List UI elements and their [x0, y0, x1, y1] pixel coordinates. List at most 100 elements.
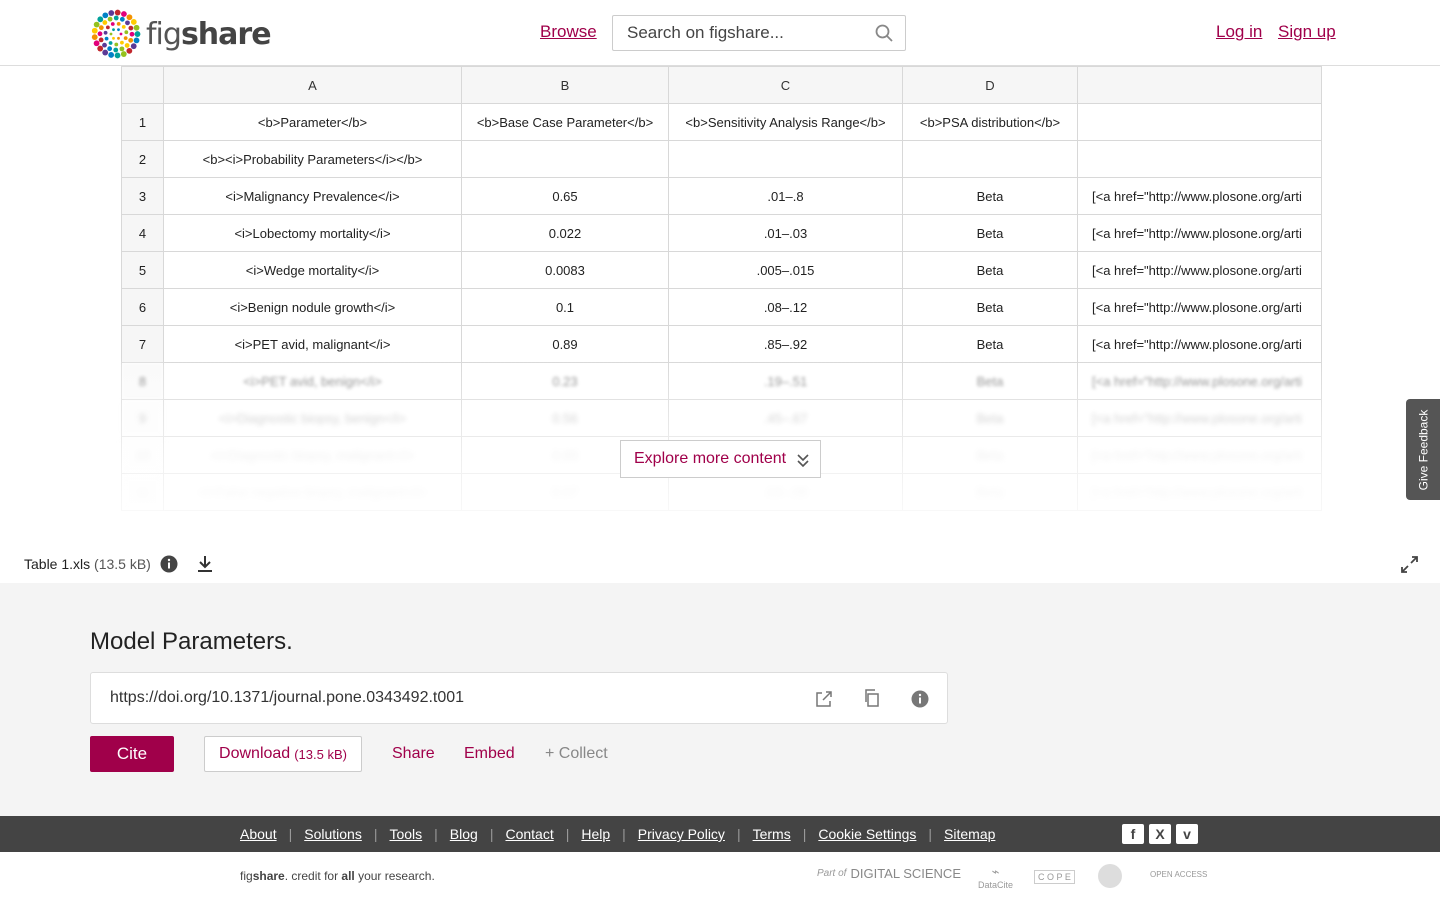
collect-button[interactable]: + Collect	[545, 745, 608, 763]
copy-icon[interactable]	[863, 689, 881, 707]
digital-science-logo[interactable]: Part of DIGITAL SCIENCE	[817, 866, 961, 881]
table-row: 6 <i>Benign nodule growth</i> 0.1.08–.12 Be…	[121, 288, 1322, 326]
column-header: C	[668, 66, 903, 104]
logo-dot	[128, 25, 134, 31]
download-size: (13.5 kB)	[294, 746, 347, 762]
cope-logo[interactable]: C O P E	[1034, 870, 1075, 884]
browse-link[interactable]: Browse	[540, 22, 597, 42]
table-cell	[902, 140, 1078, 178]
explore-more-button[interactable]: Explore more content	[620, 440, 821, 478]
login-link[interactable]: Log in	[1216, 22, 1262, 42]
table-cell: <i>Wedge mortality</i>	[163, 251, 462, 289]
table-cell: 0.1	[461, 288, 669, 326]
logo-dot	[124, 30, 129, 35]
table-row: 8 <i>PET avid, benign</i> 0.23.19–.51 Beta[…	[121, 362, 1322, 400]
logo-dot	[128, 37, 134, 43]
give-feedback-tab[interactable]: Give Feedback	[1406, 399, 1440, 500]
expand-icon[interactable]	[1401, 556, 1418, 573]
download-button[interactable]: Download (13.5 kB)	[204, 736, 362, 772]
external-link-icon[interactable]	[815, 690, 833, 708]
table-cell: .01–.8	[668, 177, 903, 215]
feedback-label: Give Feedback	[1416, 409, 1430, 490]
footer-link[interactable]: Help	[581, 826, 610, 842]
logo-dot	[91, 34, 98, 41]
footer-link[interactable]: Tools	[389, 826, 422, 842]
download-icon[interactable]	[196, 555, 214, 573]
logo-dot	[124, 43, 130, 48]
footer-nav: About | Solutions | Tools | Blog | Contact | Help |…	[0, 816, 1440, 852]
logo-dot	[119, 16, 125, 22]
logo-dot	[130, 43, 137, 50]
footer-link[interactable]: Sitemap	[944, 826, 995, 842]
logo-dot	[107, 16, 113, 22]
footer-separator: |	[373, 826, 378, 842]
row-number: 8	[121, 362, 164, 400]
table-cell: <i>Malignancy Prevalence</i>	[163, 177, 462, 215]
footer-tagline: figshare. credit for all your research.	[240, 869, 435, 883]
seal-logo[interactable]	[1098, 864, 1122, 888]
table-cell: [<a href="http://www.plosone.org/arti	[1077, 399, 1322, 437]
row-number: 4	[121, 214, 164, 252]
facebook-icon[interactable]: f	[1122, 824, 1144, 844]
table-cell: 0.89	[461, 325, 669, 363]
table-cell: <i>Lobectomy mortality</i>	[163, 214, 462, 252]
table-cell: [<a href="http://www.plosone.org/arti	[1077, 436, 1322, 474]
figshare-logo-icon	[91, 9, 141, 59]
logo-dot	[93, 40, 100, 47]
share-button[interactable]: Share	[392, 745, 435, 763]
table-cell: [<a href="http://www.plosone.org/arti	[1077, 214, 1322, 252]
table-cell: .005–.015	[668, 251, 903, 289]
row-number: 1	[121, 103, 164, 141]
table-cell: 0.65	[461, 177, 669, 215]
search-box	[612, 15, 906, 51]
logo-dot	[133, 24, 140, 31]
logo-dot	[110, 22, 115, 26]
explore-label: Explore more content	[634, 450, 787, 467]
figshare-logo[interactable]: figshare	[90, 8, 272, 60]
file-preview[interactable]: ABCD 1 <b>Parameter</b> <b>Base Case Param…	[0, 66, 1440, 546]
logo-dot	[104, 36, 109, 41]
logo-dot	[105, 25, 110, 30]
footer-link[interactable]: Contact	[505, 826, 553, 842]
logo-dot	[91, 27, 98, 34]
footer-separator: |	[928, 826, 933, 842]
search-input[interactable]	[613, 16, 863, 50]
table-cell: Beta	[902, 177, 1078, 215]
doi-info-icon[interactable]	[911, 690, 929, 708]
row-number: 11	[121, 473, 164, 511]
footer-separator: |	[288, 826, 293, 842]
signup-link[interactable]: Sign up	[1278, 22, 1336, 42]
table-row: 7 <i>PET avid, malignant</i> 0.89.85–.92 Be…	[121, 325, 1322, 363]
table-cell: Beta	[902, 325, 1078, 363]
datacite-logo[interactable]: ⌁ DataCite	[978, 864, 1013, 890]
footer-separator: |	[434, 826, 438, 842]
footer-link[interactable]: Privacy Policy	[638, 826, 725, 842]
logo-dot	[119, 32, 123, 36]
cite-button[interactable]: Cite	[90, 736, 174, 772]
column-header: D	[902, 66, 1078, 104]
footer-link[interactable]: Cookie Settings	[818, 826, 916, 842]
search-icon[interactable]	[875, 24, 893, 42]
footer-link[interactable]: Solutions	[304, 826, 362, 842]
footer-link[interactable]: Terms	[753, 826, 791, 842]
table-cell: .08–.12	[668, 288, 903, 326]
table-cell: 0.0083	[461, 251, 669, 289]
row-number: 9	[121, 399, 164, 437]
logo-dot	[102, 20, 108, 25]
logo-dot	[129, 31, 135, 37]
logo-dot	[126, 47, 133, 54]
open-access-logo[interactable]: OPEN ACCESS	[1150, 870, 1207, 879]
embed-button[interactable]: Embed	[464, 745, 515, 763]
column-header	[1077, 66, 1322, 104]
table-cell: .03–.09	[668, 473, 903, 511]
logo-dot	[120, 51, 127, 57]
doi-link[interactable]: https://doi.org/10.1371/journal.pone.034…	[110, 689, 464, 707]
file-name: Table 1.xls (13.5 kB)	[24, 556, 151, 572]
info-icon[interactable]	[160, 555, 178, 573]
x-twitter-icon[interactable]: X	[1149, 824, 1171, 844]
footer-link[interactable]: Blog	[450, 826, 478, 842]
vimeo-icon[interactable]: v	[1176, 824, 1198, 844]
row-number: 3	[121, 177, 164, 215]
logo-dot	[102, 42, 107, 48]
footer-link[interactable]: About	[240, 826, 277, 842]
